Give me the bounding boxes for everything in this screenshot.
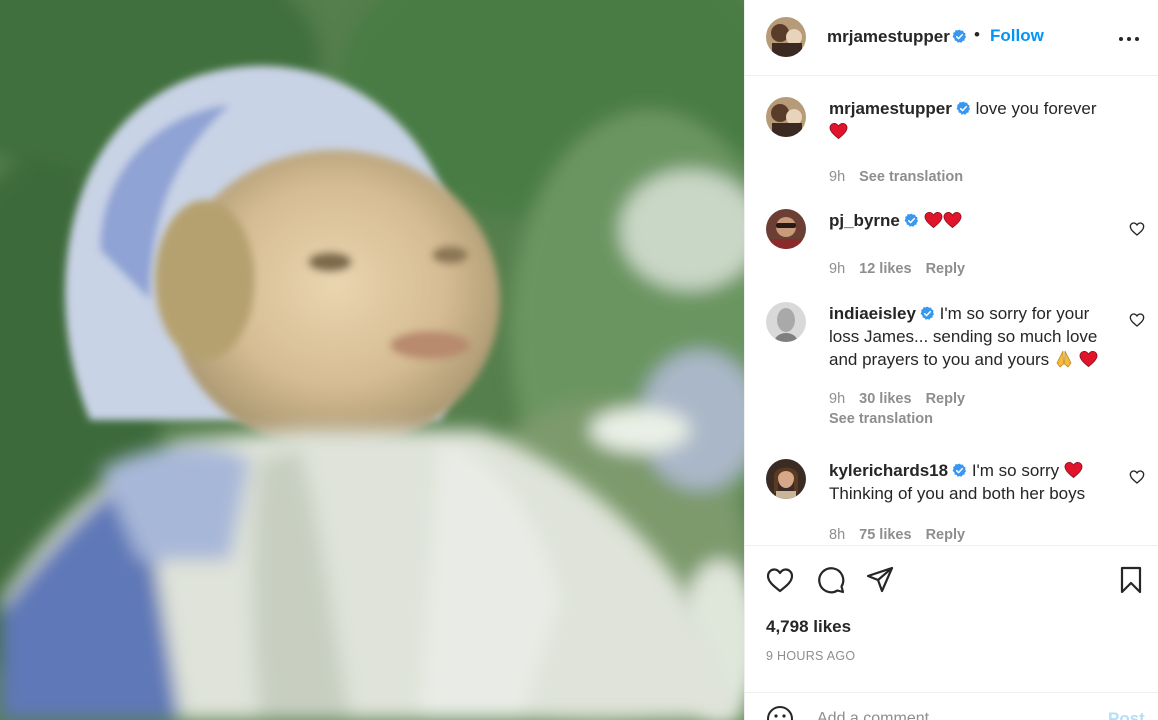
post-comment-button[interactable]: Post — [1108, 709, 1145, 720]
comment-text-line2: Thinking of you and both her boys — [829, 484, 1086, 503]
separator-dot: • — [974, 25, 980, 44]
verified-badge-icon — [956, 101, 970, 115]
verified-badge-icon — [920, 306, 934, 320]
author-username[interactable]: mrjamestupper — [827, 27, 950, 47]
commenter-avatar[interactable] — [766, 302, 806, 342]
red-heart-emoji-icon — [924, 212, 943, 229]
author-avatar[interactable] — [766, 17, 806, 57]
author-avatar[interactable] — [766, 97, 806, 137]
heart-icon[interactable] — [765, 565, 795, 595]
red-heart-emoji-icon — [1064, 462, 1083, 479]
red-heart-emoji-icon — [943, 212, 962, 229]
comment-username[interactable]: mrjamestupper — [829, 99, 952, 118]
smiley-icon[interactable] — [765, 704, 795, 720]
comment-meta: 9h See translation — [829, 169, 977, 185]
comment-body: kylerichards18 I'm so sorry Thinking of … — [829, 459, 1119, 505]
comment-likes[interactable]: 30 likes — [859, 391, 911, 407]
folded-hands-emoji-icon — [1056, 350, 1072, 368]
follow-button[interactable]: Follow — [990, 26, 1044, 46]
comment-like-heart-icon[interactable] — [1129, 221, 1145, 237]
comment-time[interactable]: 8h — [829, 527, 845, 543]
reply-button[interactable]: Reply — [926, 391, 966, 407]
comment-likes[interactable]: 12 likes — [859, 261, 911, 277]
comment-time[interactable]: 9h — [829, 169, 845, 185]
comment-bubble-icon[interactable] — [816, 565, 846, 595]
comment-body: mrjamestupper love you forever — [829, 97, 1119, 143]
post-timestamp[interactable]: 9 HOURS AGO — [766, 649, 855, 663]
more-options-icon[interactable] — [1117, 27, 1141, 51]
comments-list[interactable]: mrjamestupper love you forever 9h See tra… — [745, 77, 1158, 545]
post-photo[interactable] — [0, 0, 744, 720]
comment-time[interactable]: 9h — [829, 261, 845, 277]
reply-button[interactable]: Reply — [926, 261, 966, 277]
comment-likes[interactable]: 75 likes — [859, 527, 911, 543]
post-photo-image — [0, 0, 744, 720]
post-actions: 4,798 likes 9 HOURS AGO Post — [745, 545, 1158, 720]
see-translation-link[interactable]: See translation — [859, 169, 963, 185]
comment-meta: 9h 30 likes Reply — [829, 391, 979, 407]
post-header: mrjamestupper • Follow — [745, 0, 1158, 76]
commenter-avatar[interactable] — [766, 209, 806, 249]
comment-meta: 8h 75 likes Reply — [829, 527, 979, 543]
add-comment-row: Post — [745, 692, 1158, 720]
comment-username[interactable]: indiaeisley — [829, 304, 916, 323]
commenter-avatar[interactable] — [766, 459, 806, 499]
comment-meta: 9h 12 likes Reply — [829, 261, 979, 277]
red-heart-emoji-icon — [829, 123, 848, 140]
comment-body: indiaeisley I'm so sorry for your loss J… — [829, 302, 1119, 371]
verified-badge-icon — [952, 29, 967, 43]
comment-time[interactable]: 9h — [829, 391, 845, 407]
bookmark-icon[interactable] — [1116, 565, 1146, 595]
verified-badge-icon — [952, 463, 967, 477]
paper-plane-icon[interactable] — [865, 565, 895, 595]
comment-username[interactable]: kylerichards18 — [829, 461, 948, 480]
post-side-panel: mrjamestupper • Follow mrjamestupper lov… — [744, 0, 1158, 720]
comment-username[interactable]: pj_byrne — [829, 211, 900, 230]
comment-body: pj_byrne — [829, 209, 1119, 232]
see-translation-link[interactable]: See translation — [829, 411, 933, 427]
comment-like-heart-icon[interactable] — [1129, 312, 1145, 328]
comment-like-heart-icon[interactable] — [1129, 469, 1145, 485]
likes-count[interactable]: 4,798 likes — [766, 617, 851, 637]
verified-badge-icon — [904, 213, 918, 227]
reply-button[interactable]: Reply — [926, 527, 966, 543]
red-heart-emoji-icon — [1079, 351, 1098, 368]
comment-input[interactable] — [817, 707, 1087, 720]
comment-text: I'm so sorry — [971, 461, 1060, 480]
comment-text: love you forever — [975, 99, 1097, 118]
